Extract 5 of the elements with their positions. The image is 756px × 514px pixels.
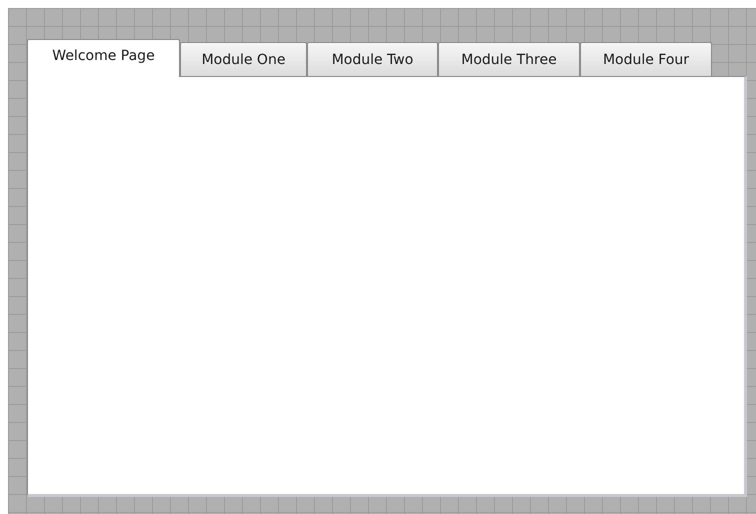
tab[interactable]: Module Four bbox=[580, 42, 712, 76]
tab[interactable]: Module One bbox=[180, 42, 307, 76]
tab[interactable]: Module Three bbox=[438, 42, 580, 76]
tab[interactable]: Welcome Page bbox=[27, 39, 180, 77]
tab[interactable]: Module Two bbox=[307, 42, 438, 76]
